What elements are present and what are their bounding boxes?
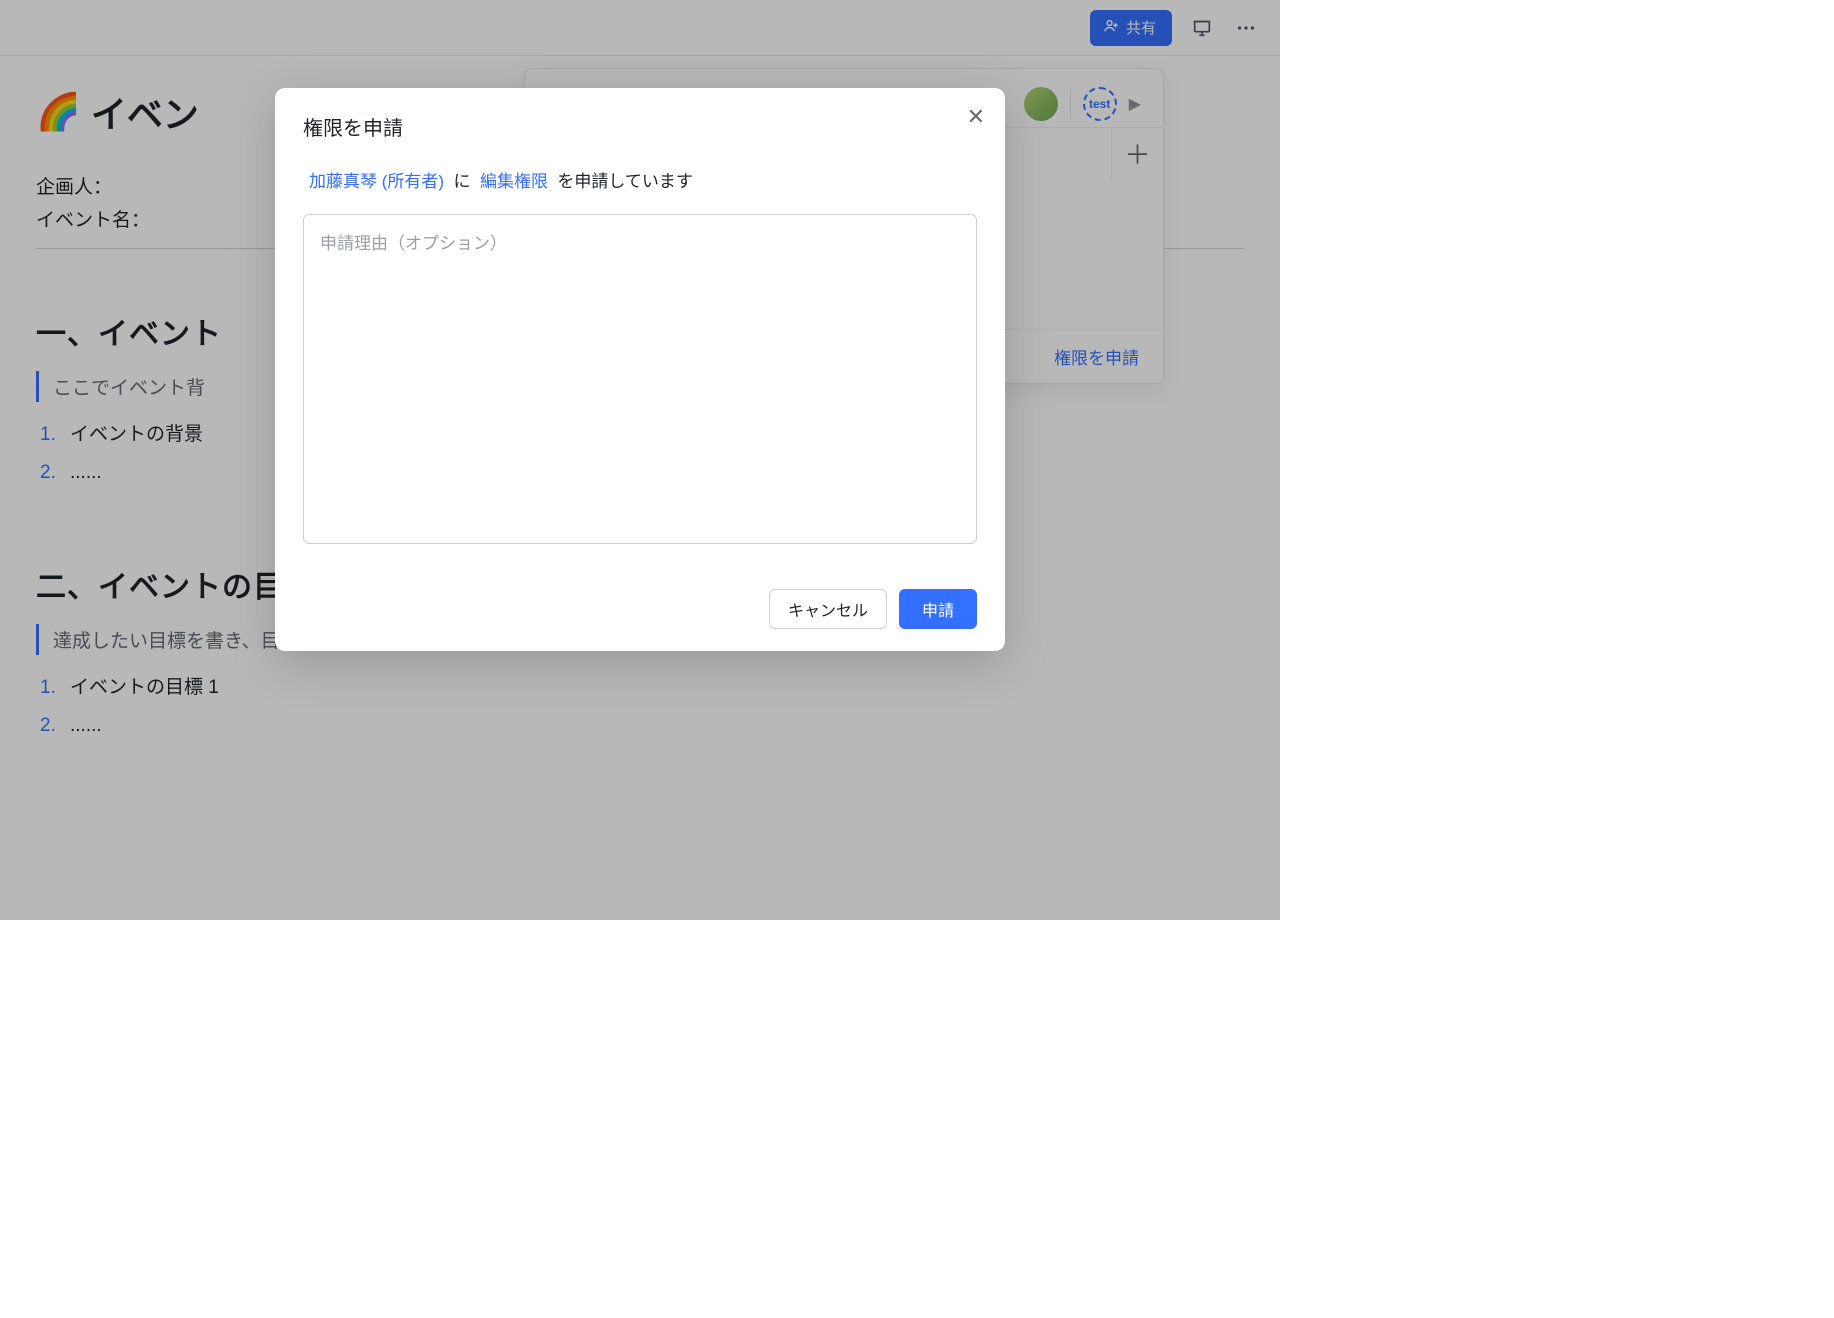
to-text: に [454,172,471,191]
submit-button[interactable]: 申請 [899,589,977,629]
permission-link[interactable]: 編集権限 [480,172,548,191]
modal-title: 権限を申請 [303,112,977,141]
close-button[interactable]: ✕ [967,106,985,128]
cancel-button[interactable]: キャンセル [769,589,887,629]
tail-text: を申請しています [557,172,693,191]
reason-textarea[interactable] [303,214,977,544]
request-line: 加藤真琴 (所有者) に 編集権限 を申請しています [309,167,971,192]
close-icon: ✕ [967,104,985,129]
request-permission-modal: 権限を申請 ✕ 加藤真琴 (所有者) に 編集権限 を申請しています キャンセル… [275,88,1005,651]
modal-actions: キャンセル 申請 [303,589,977,629]
owner-link[interactable]: 加藤真琴 (所有者) [309,172,444,191]
modal-overlay[interactable]: 権限を申請 ✕ 加藤真琴 (所有者) に 編集権限 を申請しています キャンセル… [0,0,1280,920]
